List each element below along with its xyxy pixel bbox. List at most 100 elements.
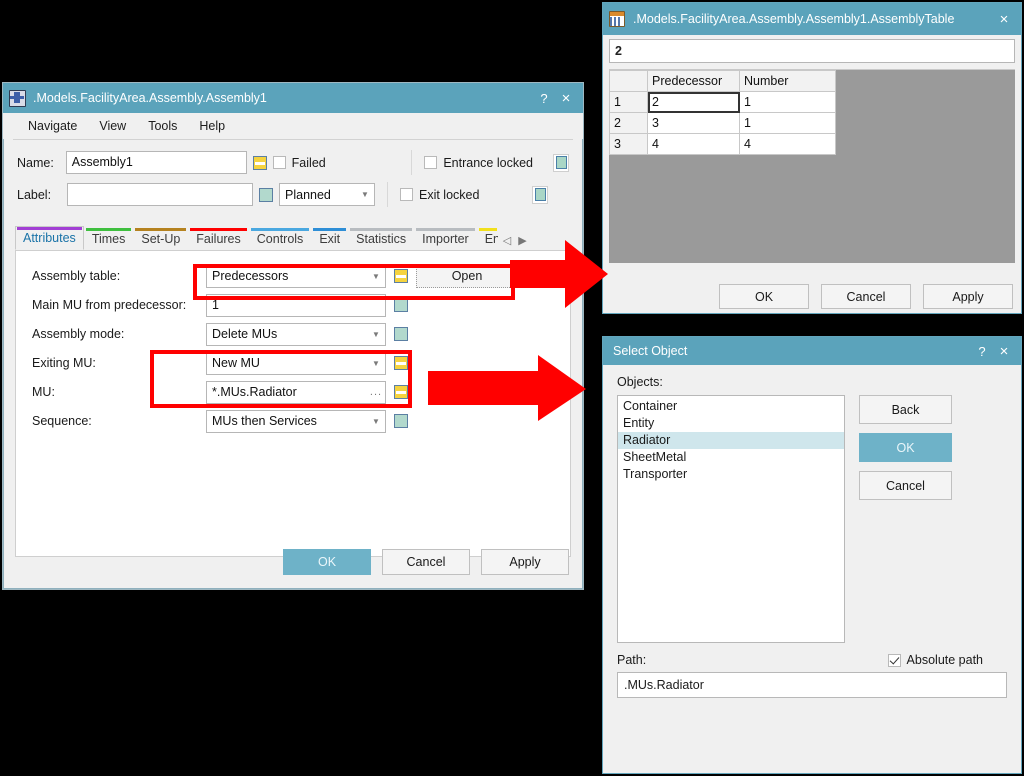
sequence-combo[interactable]: MUs then Services ▼ (206, 409, 386, 433)
entrance-locked-row[interactable]: Entrance locked (424, 156, 553, 170)
assembly-table-combo[interactable]: Predecessors ▼ (206, 264, 386, 288)
failed-checkbox[interactable] (272, 156, 286, 169)
main-mu-inherit-toggle[interactable] (394, 298, 408, 312)
table-window-titlebar: .Models.FacilityArea.Assembly.Assembly1.… (603, 3, 1021, 35)
table-row: 3 4 4 (609, 133, 836, 155)
tab-exit-label: Exit (319, 232, 341, 246)
label-row: Label: Planned ▼ Exit locked (17, 182, 569, 207)
menu-item-view[interactable]: View (88, 117, 137, 135)
list-item[interactable]: Transporter (618, 466, 844, 483)
tab-controls[interactable]: Controls (249, 227, 312, 250)
ok-button[interactable]: OK (283, 549, 371, 575)
cell-number[interactable]: 1 (739, 112, 836, 134)
table-row: 2 3 1 (609, 112, 836, 134)
tab-scroll-prev-icon[interactable]: ◁ (503, 234, 511, 247)
list-item-selected[interactable]: Radiator (618, 432, 844, 449)
tab-attributes-label: Attributes (23, 231, 76, 245)
open-button[interactable]: Open (416, 264, 518, 288)
cancel-button[interactable]: Cancel (821, 284, 911, 309)
tab-color-bar (313, 228, 347, 231)
entrance-locked-inherit-toggle[interactable] (553, 153, 569, 172)
exit-locked-inherit-toggle[interactable] (532, 185, 548, 204)
tab-controls-label: Controls (256, 232, 304, 246)
help-button[interactable]: ? (533, 92, 555, 105)
cell-number[interactable]: 1 (739, 91, 836, 113)
objects-list[interactable]: Container Entity Radiator SheetMetal Tra… (617, 395, 845, 643)
row-header[interactable]: 1 (609, 91, 648, 113)
absolute-path-checkbox[interactable] (887, 653, 901, 667)
label-inherit-toggle[interactable] (259, 187, 273, 202)
ellipsis-browse-icon[interactable]: ... (367, 386, 385, 398)
cell-predecessor[interactable]: 2 (647, 91, 740, 113)
main-mu-input[interactable]: 1 (206, 293, 386, 317)
mu-input[interactable]: *.MUs.Radiator ... (206, 380, 386, 404)
column-header-predecessor[interactable]: Predecessor (647, 70, 740, 92)
exit-locked-row[interactable]: Exit locked (400, 188, 532, 202)
sequence-inherit-toggle[interactable] (394, 414, 408, 428)
close-button[interactable]: × (555, 91, 577, 106)
main-mu-label: Main MU from predecessor: (32, 298, 187, 312)
menu-item-tools[interactable]: Tools (137, 117, 188, 135)
table-header-row: Predecessor Number (609, 70, 836, 92)
apply-button[interactable]: Apply (481, 549, 569, 575)
menu-item-help[interactable]: Help (188, 117, 236, 135)
tab-importer[interactable]: Importer (414, 227, 477, 250)
cancel-button[interactable]: Cancel (382, 549, 470, 575)
row-header[interactable]: 2 (609, 112, 648, 134)
assembly-table-inherit-toggle[interactable] (394, 269, 408, 283)
exit-locked-checkbox[interactable] (400, 188, 413, 201)
list-item[interactable]: SheetMetal (618, 449, 844, 466)
apply-button[interactable]: Apply (923, 284, 1013, 309)
entrance-locked-checkbox[interactable] (424, 156, 438, 169)
tab-scroll-next-icon[interactable]: ▶ (518, 234, 526, 247)
table-window-footer-buttons: OK Cancel Apply (603, 284, 1021, 309)
failed-checkbox-row[interactable]: Failed (272, 156, 400, 170)
close-button[interactable]: × (993, 12, 1015, 27)
chevron-down-icon: ▼ (361, 190, 369, 199)
assembly-mode-inherit-toggle[interactable] (394, 327, 408, 341)
name-input[interactable]: Assembly1 (65, 151, 248, 174)
tab-statistics[interactable]: Statistics (348, 227, 414, 250)
name-inherit-toggle[interactable] (253, 155, 267, 170)
assembly-mode-combo[interactable]: Delete MUs ▼ (206, 322, 386, 346)
tab-times[interactable]: Times (84, 227, 134, 250)
absolute-path-checkbox-row[interactable]: Absolute path (887, 653, 983, 667)
tab-color-bar (190, 228, 247, 231)
menu-bar: Navigate View Tools Help (3, 113, 583, 139)
exiting-mu-combo[interactable]: New MU ▼ (206, 351, 386, 375)
label-label: Label: (17, 187, 52, 202)
select-object-buttons: Back OK Cancel (859, 395, 952, 643)
ok-button[interactable]: OK (719, 284, 809, 309)
column-header-number[interactable]: Number (739, 70, 836, 92)
tab-setup[interactable]: Set-Up (133, 227, 188, 250)
ok-button[interactable]: OK (859, 433, 952, 462)
assembly-mode-label: Assembly mode: (32, 327, 125, 341)
back-button[interactable]: Back (859, 395, 952, 424)
attributes-panel: Assembly table: Predecessors ▼ Open Main… (15, 250, 571, 557)
mu-inherit-toggle[interactable] (394, 385, 408, 399)
table-grid-area[interactable]: Predecessor Number 1 2 1 2 3 1 3 4 4 (609, 69, 1015, 263)
cell-predecessor[interactable]: 3 (647, 112, 740, 134)
cell-predecessor[interactable]: 4 (647, 133, 740, 155)
tab-failures[interactable]: Failures (188, 227, 248, 250)
assembly-icon (9, 89, 26, 107)
tab-color-bar (135, 228, 187, 231)
help-button[interactable]: ? (971, 345, 993, 358)
close-button[interactable]: × (993, 344, 1015, 359)
exiting-mu-inherit-toggle[interactable] (394, 356, 408, 370)
cell-number[interactable]: 4 (739, 133, 836, 155)
formula-input[interactable]: 2 (609, 39, 1015, 63)
planned-combo-value: Planned (285, 187, 331, 202)
tab-exit[interactable]: Exit (311, 227, 348, 250)
planned-combo[interactable]: Planned ▼ (279, 183, 375, 206)
row-header[interactable]: 3 (609, 133, 648, 155)
label-input[interactable] (67, 183, 253, 206)
path-input[interactable]: .MUs.Radiator (617, 672, 1007, 698)
select-object-titlebar: Select Object ? × (603, 337, 1021, 365)
menu-item-navigate[interactable]: Navigate (17, 117, 88, 135)
cancel-button[interactable]: Cancel (859, 471, 952, 500)
tab-attributes[interactable]: Attributes (15, 226, 84, 250)
list-item[interactable]: Entity (618, 415, 844, 432)
tab-energy[interactable]: En (477, 227, 499, 250)
list-item[interactable]: Container (618, 398, 844, 415)
